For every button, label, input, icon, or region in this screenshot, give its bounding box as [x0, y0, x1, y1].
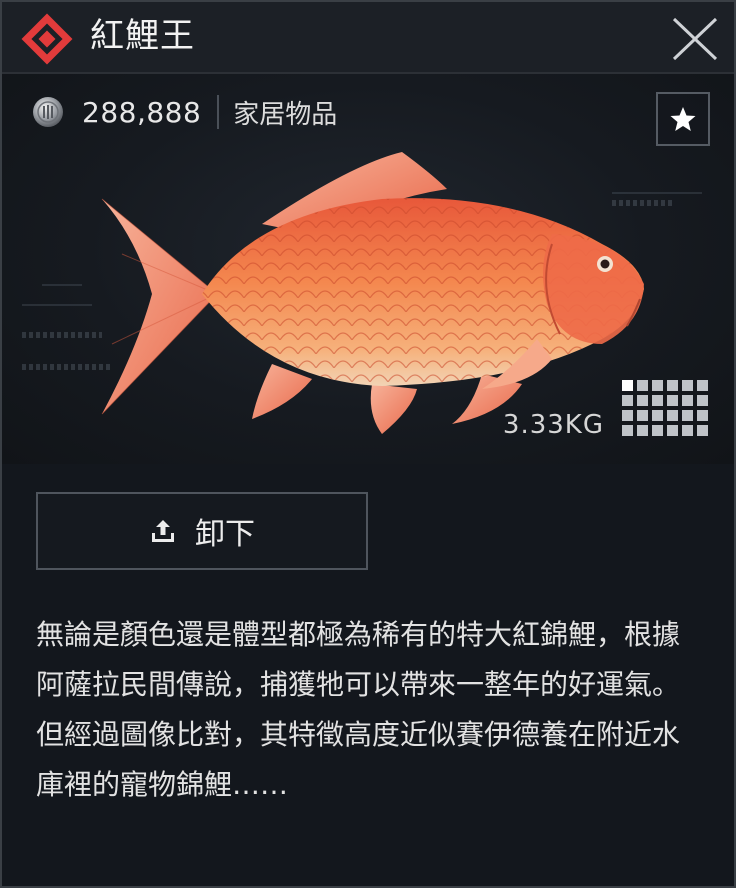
item-showcase: 288,888 家居物品 3.33KG	[2, 74, 734, 464]
red-diamond-emblem-icon	[21, 13, 73, 65]
favorite-button[interactable]	[656, 92, 710, 146]
item-description: 無論是顏色還是體型都極為稀有的特大紅錦鯉，根據阿薩拉民間傳說，捕獲牠可以帶來一整…	[36, 610, 706, 810]
divider	[217, 95, 220, 129]
description-paragraph: 無論是顏色還是體型都極為稀有的特大紅錦鯉，根據阿薩拉民間傳說，捕獲牠可以帶來一整…	[36, 618, 681, 701]
inventory-grid-icon	[622, 380, 708, 436]
red-carp-fish-image	[101, 152, 644, 434]
description-paragraph: 但經過圖像比對，其特徵高度近似賽伊德養在附近水庫裡的寵物錦鯉……	[36, 718, 681, 801]
item-price: 288,888	[82, 95, 202, 129]
unload-button[interactable]: 卸下	[36, 492, 368, 570]
hud-decoration	[42, 284, 82, 286]
price-row: 288,888 家居物品	[32, 94, 337, 130]
item-weight: 3.33KG	[502, 410, 604, 440]
item-category: 家居物品	[233, 99, 338, 130]
star-icon	[670, 107, 696, 131]
upload-icon	[152, 520, 174, 542]
panel-header: 紅鯉王	[2, 2, 734, 74]
item-detail-panel: 紅鯉王 288,888 家居物品 3.33KG 卸下 無論是顏色還是體型都極為稀…	[0, 0, 736, 888]
item-title: 紅鯉王	[90, 16, 195, 56]
unload-label: 卸下	[195, 517, 255, 552]
coin-icon	[33, 97, 63, 127]
close-icon[interactable]	[670, 16, 720, 62]
